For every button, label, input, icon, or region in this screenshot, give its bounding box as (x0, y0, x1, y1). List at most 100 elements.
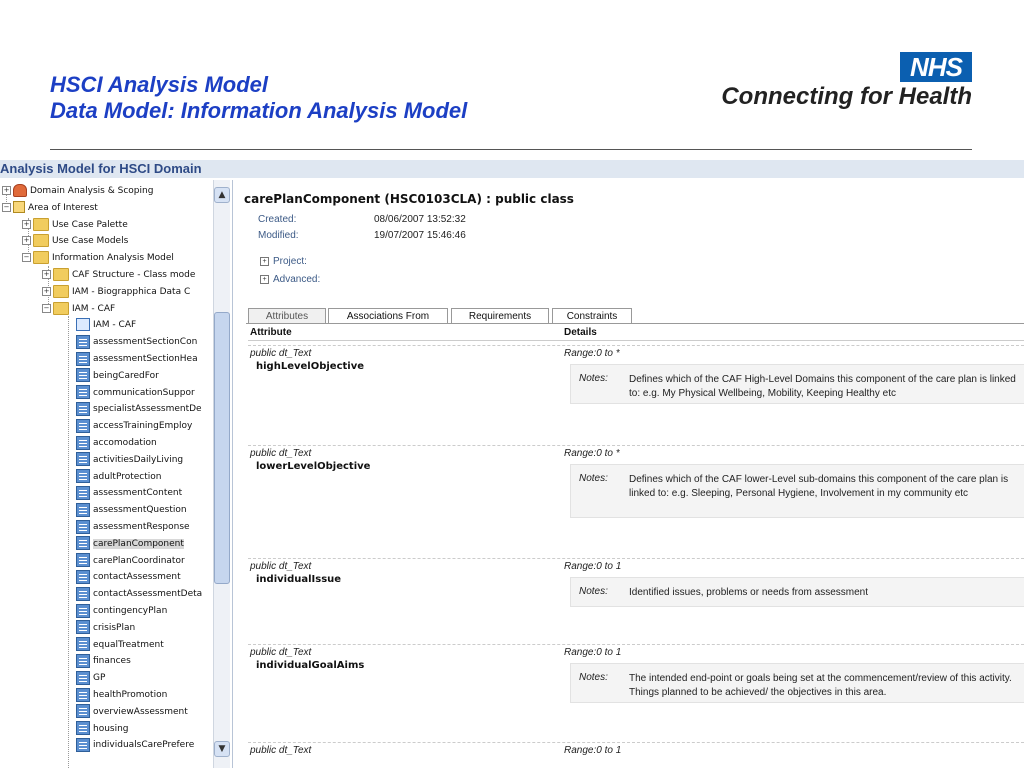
tab-requirements[interactable]: Requirements (451, 308, 549, 324)
tree-item-label: housing (93, 723, 129, 734)
tree-item[interactable]: specialistAssessmentDe (64, 401, 212, 417)
tree-item[interactable]: − IAM - CAF (42, 301, 212, 317)
folder-icon (53, 284, 69, 298)
tree-item[interactable]: + Use Case Models (22, 233, 212, 249)
class-title: carePlanComponent (HSC0103CLA) : public … (244, 192, 574, 206)
class-icon (76, 452, 90, 467)
attribute-notes-box: Notes: Defines which of the CAF High-Leve… (570, 364, 1024, 404)
tree-item[interactable]: overviewAssessment (64, 704, 212, 720)
attribute-type: public dt_Text (250, 647, 312, 658)
tree-item[interactable]: + Domain Analysis & Scoping (2, 183, 212, 199)
class-icon (76, 334, 90, 349)
tree-item[interactable]: healthPromotion (64, 687, 212, 703)
tab-associations-from[interactable]: Associations From (328, 308, 448, 324)
tree-item[interactable]: contingencyPlan (64, 603, 212, 619)
tab-attributes[interactable]: Attributes (248, 308, 326, 324)
tree-item[interactable]: IAM - CAF (64, 317, 212, 333)
modified-value: 19/07/2007 15:46:46 (374, 230, 466, 241)
tree-item[interactable]: beingCaredFor (64, 368, 212, 384)
slide-title: HSCI Analysis Model Data Model: Informat… (50, 72, 467, 124)
project-tree[interactable]: + Domain Analysis & Scoping − Area of Inter… (0, 180, 233, 768)
tree-item[interactable]: finances (64, 653, 212, 669)
class-icon (76, 586, 90, 601)
tree-item[interactable]: carePlanComponent (64, 536, 212, 552)
expand-icon[interactable]: + (42, 286, 51, 296)
tree-item[interactable]: accessTrainingEmploy (64, 418, 212, 434)
expand-icon[interactable]: + (22, 219, 31, 229)
tree-item[interactable]: activitiesDailyLiving (64, 452, 212, 468)
tree-item[interactable]: contactAssessmentDeta (64, 586, 212, 602)
tree-item[interactable]: equalTreatment (64, 637, 212, 653)
tree-item[interactable]: + IAM - Biograpphica Data C (42, 284, 212, 300)
folder-icon (33, 251, 49, 265)
tree-item-label: equalTreatment (93, 639, 164, 650)
class-icon (76, 502, 90, 517)
attribute-notes: Defines which of the CAF lower-Level sub… (629, 474, 1009, 499)
tree-item[interactable]: accomodation (64, 435, 212, 451)
tree-item-label: activitiesDailyLiving (93, 454, 184, 465)
project-label: Project: (273, 256, 307, 267)
expand-icon[interactable]: + (260, 274, 269, 284)
attribute-row: public dt_Text Range:0 to 1 (248, 742, 1024, 768)
nhs-logo-box: NHS (900, 52, 972, 82)
tree-item-label: Use Case Palette (52, 219, 128, 230)
collapse-icon[interactable]: − (2, 202, 11, 212)
class-icon (76, 653, 90, 668)
attribute-row: public dt_Text individualGoalAims Range:0 … (248, 644, 1024, 743)
collapse-icon[interactable]: − (42, 303, 51, 313)
app-title-bar: Analysis Model for HSCI Domain (0, 160, 1024, 178)
tree-item[interactable]: − Area of Interest (2, 200, 212, 216)
scroll-down-button[interactable]: ▼ (214, 741, 230, 757)
tree-item[interactable]: + CAF Structure - Class mode (42, 267, 212, 283)
tree-item-label: crisisPlan (93, 622, 136, 633)
folder-icon (53, 268, 69, 281)
tree-item[interactable]: assessmentSectionCon (64, 334, 212, 350)
attribute-type: public dt_Text (250, 348, 312, 359)
created-value: 08/06/2007 13:52:32 (374, 214, 466, 225)
attribute-range: Range:0 to 1 (564, 561, 622, 572)
tree-item-label: assessmentSectionCon (93, 337, 198, 348)
tree-item[interactable]: − Information Analysis Model (22, 250, 212, 266)
class-icon (76, 469, 90, 484)
tree-item[interactable]: carePlanCoordinator (64, 553, 212, 569)
tree-item[interactable]: crisisPlan (64, 620, 212, 636)
collapse-icon[interactable]: − (22, 253, 31, 263)
advanced-section[interactable]: + Advanced: (260, 274, 320, 285)
tree-item[interactable]: assessmentResponse (64, 519, 212, 535)
attribute-name: individualIssue (256, 574, 342, 585)
tree-item[interactable]: assessmentSectionHea (64, 351, 212, 367)
tree-item[interactable]: communicationSuppor (64, 385, 212, 401)
class-detail-pane: carePlanComponent (HSC0103CLA) : public … (236, 180, 1024, 768)
expand-icon[interactable]: + (260, 256, 269, 266)
tree-item[interactable]: adultProtection (64, 469, 212, 485)
attribute-type: public dt_Text (250, 448, 312, 459)
tree-item[interactable]: assessmentQuestion (64, 502, 212, 518)
tree-item[interactable]: + Use Case Palette (22, 217, 212, 233)
folder-icon (33, 234, 49, 248)
class-icon (76, 737, 90, 752)
tree-item[interactable]: assessmentContent (64, 485, 212, 501)
scroll-up-button[interactable]: ▲ (214, 187, 230, 203)
tree-item-label: contactAssessmentDeta (93, 589, 203, 600)
tab-constraints[interactable]: Constraints (552, 308, 632, 324)
attribute-notes: Defines which of the CAF High-Level Doma… (629, 374, 1016, 399)
class-icon (76, 485, 90, 500)
scroll-thumb[interactable] (214, 312, 230, 584)
tree-item-label: Information Analysis Model (52, 253, 174, 264)
tree-item-label: assessmentSectionHea (93, 354, 198, 364)
class-icon (76, 670, 90, 685)
nhs-logo: NHS Connecting for Health (702, 52, 972, 112)
expand-icon[interactable]: + (42, 270, 51, 279)
column-header-details: Details (564, 327, 597, 338)
tree-item-label: carePlanCoordinator (93, 555, 185, 566)
project-section[interactable]: + Project: (260, 256, 307, 267)
tree-item-label: contingencyPlan (93, 606, 168, 616)
expand-icon[interactable]: + (22, 236, 31, 246)
tree-item[interactable]: contactAssessment (64, 569, 212, 585)
notes-label: Notes: (579, 473, 608, 484)
tree-item[interactable]: individualsCarePrefere (64, 737, 212, 753)
expand-icon[interactable]: + (2, 186, 11, 195)
class-icon (76, 553, 90, 568)
tree-item[interactable]: GP (64, 670, 212, 686)
tree-item[interactable]: housing (64, 721, 212, 737)
